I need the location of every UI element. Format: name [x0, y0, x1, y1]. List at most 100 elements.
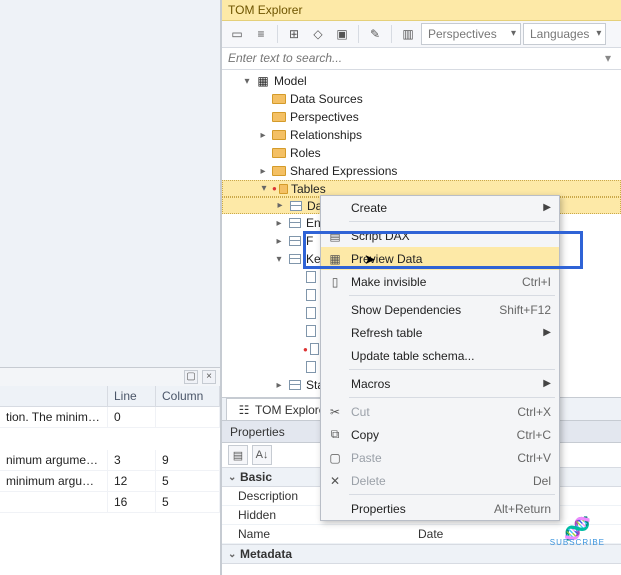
category-label: Metadata [240, 547, 292, 561]
tree-node-roles[interactable]: Roles [222, 144, 621, 162]
node-label: Roles [290, 146, 321, 160]
tree-node-relationships[interactable]: ▸Relationships [222, 126, 621, 144]
error-msg: tion. The minimum... [0, 407, 108, 427]
pin-icon[interactable]: ▢ [184, 370, 198, 384]
menu-shortcut: Del [533, 474, 551, 488]
prop-category-metadata[interactable]: ⌄Metadata [222, 544, 621, 564]
col-line[interactable]: Line [108, 386, 156, 406]
error-col: 9 [156, 450, 220, 470]
menu-create[interactable]: Create▶ [321, 196, 559, 219]
error-col [156, 407, 220, 427]
perspectives-combo[interactable]: Perspectives [421, 23, 521, 45]
node-label: V [306, 396, 314, 397]
dna-icon: 🧬 [550, 520, 605, 538]
menu-label: Paste [351, 451, 382, 465]
menu-delete: ✕ Delete Del [321, 469, 559, 492]
menu-label: Preview Data [351, 252, 422, 266]
menu-shortcut: Alt+Return [494, 502, 551, 516]
node-label: Perspectives [290, 110, 359, 124]
left-main-area [0, 0, 220, 367]
menu-label: Update table schema... [351, 349, 474, 363]
menu-shortcut: Shift+F12 [499, 303, 551, 317]
search-clear-icon[interactable]: ▾ [599, 49, 617, 67]
menu-label: Properties [351, 502, 406, 516]
node-label: Relationships [290, 128, 362, 142]
menu-properties[interactable]: Properties Alt+Return [321, 497, 559, 520]
menu-label: Create [351, 201, 387, 215]
folder-icon[interactable]: ▣ [331, 23, 353, 45]
tab-label: TOM Explorer [255, 403, 329, 417]
menu-label: Script DAX [351, 229, 410, 243]
menu-macros[interactable]: Macros▶ [321, 372, 559, 395]
menu-show-dependencies[interactable]: Show Dependencies Shift+F12 [321, 298, 559, 321]
left-bottom-header: ▢ × [0, 368, 220, 386]
toolbar: ▭ ≡ ⊞ ◇ ▣ ✎ ▥ Perspectives Languages [222, 21, 621, 48]
hierarchy-icon[interactable]: ⊞ [283, 23, 305, 45]
tree-node-perspectives[interactable]: Perspectives [222, 108, 621, 126]
left-pane: ▢ × Line Column tion. The minimum... 0 n… [0, 0, 221, 575]
menu-label: Cut [351, 405, 370, 419]
search-bar: ▾ [222, 48, 621, 71]
error-line: 16 [108, 492, 156, 512]
collapse-icon[interactable]: ▭ [226, 23, 248, 45]
node-label: F [306, 234, 313, 248]
menu-label: Refresh table [351, 326, 422, 340]
error-row[interactable]: tion. The minimum... 0 [0, 407, 220, 428]
menu-shortcut: Ctrl+I [522, 275, 551, 289]
error-row[interactable]: minimum argumen... 12 5 [0, 471, 220, 492]
error-row[interactable]: 16 5 [0, 492, 220, 513]
left-bottom-panel: ▢ × Line Column tion. The minimum... 0 n… [0, 367, 220, 575]
menu-shortcut: Ctrl+C [517, 428, 551, 442]
edit-icon[interactable]: ✎ [364, 23, 386, 45]
subscribe-label: SUBSCRIBE [550, 538, 605, 547]
categorized-icon[interactable]: ▤ [228, 445, 248, 465]
close-icon[interactable]: × [202, 370, 216, 384]
col-message[interactable] [0, 386, 108, 406]
delete-icon: ✕ [327, 473, 343, 489]
menu-shortcut: Ctrl+V [517, 451, 551, 465]
tree-node-shared-expressions[interactable]: ▸Shared Expressions [222, 162, 621, 180]
paste-icon: ▢ [327, 450, 343, 466]
error-row[interactable]: nimum argument c... 3 9 [0, 450, 220, 471]
context-menu: Create▶ ▤ Script DAX ▦Preview Data ▯ Make … [320, 195, 560, 521]
menu-refresh-table[interactable]: Refresh table▶ [321, 321, 559, 344]
tree-icon: ☷ [237, 403, 251, 417]
menu-copy[interactable]: ⧉ Copy Ctrl+C [321, 423, 559, 446]
category-label: Basic [240, 470, 272, 484]
menu-make-invisible[interactable]: ▯ Make invisible Ctrl+I [321, 270, 559, 293]
menu-update-schema[interactable]: Update table schema... [321, 344, 559, 367]
menu-preview-data[interactable]: ▦Preview Data [321, 247, 559, 270]
subscribe-badge[interactable]: 🧬 SUBSCRIBE [550, 520, 605, 547]
menu-label: Make invisible [351, 275, 426, 289]
cube-icon[interactable]: ◇ [307, 23, 329, 45]
node-label: Data Sources [290, 92, 363, 106]
copy-icon: ⧉ [327, 427, 343, 443]
menu-cut: ✂CutCtrl+X [321, 400, 559, 423]
col-column[interactable]: Column [156, 386, 220, 406]
error-col: 5 [156, 471, 220, 491]
menu-label: Copy [351, 428, 379, 442]
prop-name: Name [222, 525, 412, 543]
script-icon: ▤ [327, 228, 343, 244]
menu-shortcut: Ctrl+X [517, 405, 551, 419]
error-grid-header: Line Column [0, 386, 220, 407]
columns-icon[interactable]: ▥ [397, 23, 419, 45]
languages-combo[interactable]: Languages [523, 23, 606, 45]
error-msg [0, 492, 108, 512]
titlebar: TOM Explorer [222, 0, 621, 21]
invisible-icon: ▯ [327, 274, 343, 290]
error-msg: minimum argumen... [0, 471, 108, 491]
error-line: 3 [108, 450, 156, 470]
menu-label: Delete [351, 474, 386, 488]
node-label: Model [274, 74, 307, 88]
tree-node-model[interactable]: ▾▦Model [222, 72, 621, 90]
search-input[interactable] [222, 51, 599, 65]
menu-script-dax[interactable]: ▤ Script DAX [321, 224, 559, 247]
error-msg: nimum argument c... [0, 450, 108, 470]
tree-node-datasources[interactable]: Data Sources [222, 90, 621, 108]
menu-label: Show Dependencies [351, 303, 461, 317]
alphabetical-icon[interactable]: A↓ [252, 445, 272, 465]
error-col: 5 [156, 492, 220, 512]
error-line: 0 [108, 407, 156, 427]
list-icon[interactable]: ≡ [250, 23, 272, 45]
